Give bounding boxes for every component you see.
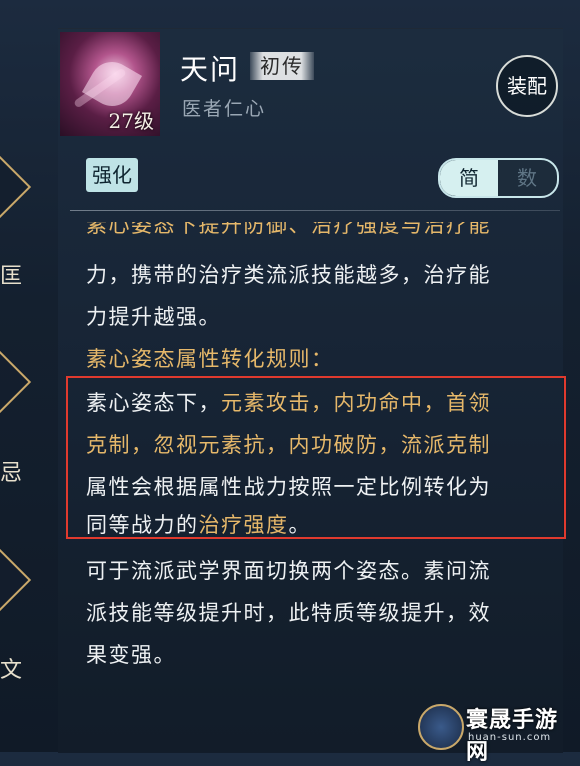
- tier-badge: 初传: [250, 52, 314, 80]
- desc-line: 果变强。: [86, 643, 176, 667]
- site-watermark: 寰晟手游网 huan-sun.com: [418, 700, 578, 765]
- site-logo-icon: [418, 704, 464, 750]
- clipped-text: 素心姿态下提升防御、治疗强度与治疗能: [86, 222, 491, 237]
- skill-subtitle: 医者仁心: [182, 98, 267, 120]
- skill-name: 天问: [180, 53, 241, 86]
- desc-line: 力提升越强。: [86, 305, 221, 329]
- toggle-simple[interactable]: 简: [440, 160, 498, 196]
- equip-button[interactable]: 装配: [496, 55, 558, 117]
- skill-level: 27级: [108, 109, 154, 133]
- nav-label[interactable]: 匡: [0, 258, 22, 290]
- toggle-numeric[interactable]: 数: [498, 160, 556, 196]
- section-divider: [70, 210, 560, 211]
- highlight-box: [66, 376, 566, 539]
- desc-line: 可于流派武学界面切换两个姿态。素问流: [86, 559, 491, 583]
- left-nav-strip: 匡 忌 文: [0, 0, 58, 752]
- nav-label[interactable]: 忌: [0, 455, 22, 487]
- watermark-url: huan-sun.com: [468, 732, 552, 743]
- view-toggle[interactable]: 简 数: [438, 158, 559, 198]
- skill-portrait: 27级: [60, 32, 160, 136]
- desc-line: 力，携带的治疗类流派技能越多，治疗能: [86, 263, 491, 287]
- nav-diamond-frame[interactable]: [0, 350, 32, 414]
- nav-diamond-frame[interactable]: [0, 548, 32, 612]
- rule-title: 素心姿态属性转化规则：: [86, 347, 334, 371]
- nav-diamond-frame[interactable]: [0, 155, 32, 219]
- nav-label[interactable]: 文: [0, 652, 22, 684]
- enhance-tab[interactable]: 强化: [86, 158, 138, 192]
- desc-line: 派技能等级提升时，此特质等级提升，效: [86, 601, 491, 625]
- clipped-text-line: 素心姿态下提升防御、治疗强度与治疗能: [86, 222, 546, 242]
